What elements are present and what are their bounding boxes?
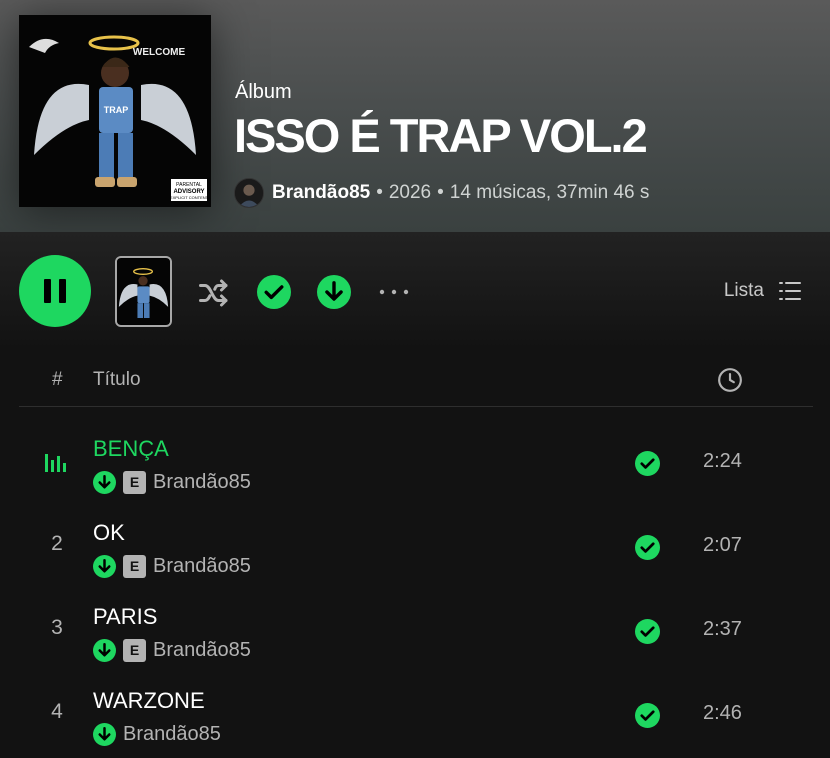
svg-text:EXPLICIT CONTENT: EXPLICIT CONTENT xyxy=(170,195,209,200)
track-duration: 2:46 xyxy=(703,702,742,724)
artist-link[interactable]: Brandão85 xyxy=(272,182,370,204)
pause-icon xyxy=(44,279,51,303)
track-subtitle: Brandão85 xyxy=(93,722,221,746)
artist-avatar[interactable] xyxy=(234,178,264,208)
downloaded-icon xyxy=(93,638,116,662)
album-cover: WELCOME TRAP PARENTAL ADVISORY EXPLICIT … xyxy=(19,15,211,207)
explicit-badge: E xyxy=(123,638,146,662)
album-header: WELCOME TRAP PARENTAL ADVISORY EXPLICIT … xyxy=(0,0,830,232)
track-subtitle: E Brandão85 xyxy=(93,470,251,494)
release-year: 2026 xyxy=(388,182,432,203)
downloaded-icon xyxy=(93,554,116,578)
column-number: # xyxy=(52,369,63,390)
track-row[interactable]: 2 OK E Brandão85 2:07 xyxy=(19,504,813,588)
check-circle-icon[interactable] xyxy=(257,275,291,309)
track-duration: 2:37 xyxy=(703,618,742,640)
track-title[interactable]: OK xyxy=(93,520,125,546)
track-duration: 2:07 xyxy=(703,534,742,556)
track-row[interactable]: 3 PARIS E Brandão85 2:37 xyxy=(19,588,813,672)
album-thumbnail[interactable] xyxy=(115,256,172,327)
track-row[interactable]: 4 WARZONE Brandão85 2:46 xyxy=(19,672,813,756)
track-number: 2 xyxy=(51,532,63,555)
svg-text:WELCOME: WELCOME xyxy=(133,47,186,58)
track-duration: 2:24 xyxy=(703,450,742,472)
clock-icon xyxy=(718,368,742,392)
track-artist[interactable]: Brandão85 xyxy=(123,723,221,746)
track-title[interactable]: BENÇA xyxy=(93,436,169,462)
view-toggle-button[interactable]: Lista xyxy=(724,279,802,303)
more-icon[interactable] xyxy=(377,284,411,300)
column-title: Título xyxy=(93,369,141,390)
separator-dot: • xyxy=(376,182,383,203)
track-row[interactable]: BENÇA E Brandão85 2:24 xyxy=(19,420,813,504)
check-circle-icon[interactable] xyxy=(635,535,660,560)
svg-text:PARENTAL: PARENTAL xyxy=(176,182,202,188)
shuffle-icon[interactable] xyxy=(196,275,232,311)
downloaded-icon xyxy=(93,722,116,746)
pause-button[interactable] xyxy=(19,255,91,327)
track-artist[interactable]: Brandão85 xyxy=(153,639,251,662)
album-type-label: Álbum xyxy=(235,81,292,103)
svg-text:TRAP: TRAP xyxy=(104,105,129,115)
explicit-badge: E xyxy=(123,470,146,494)
view-label: Lista xyxy=(723,280,764,301)
check-circle-icon[interactable] xyxy=(635,703,660,728)
track-title[interactable]: WARZONE xyxy=(93,688,205,714)
action-bar: Lista xyxy=(0,232,830,350)
album-summary: 14 músicas, 37min 46 s xyxy=(449,182,650,203)
check-circle-icon[interactable] xyxy=(635,619,660,644)
album-meta: Brandão85 • 2026 • 14 músicas, 37min 46 … xyxy=(234,177,649,209)
list-icon xyxy=(779,282,801,300)
equalizer-icon xyxy=(45,454,66,472)
track-number: 4 xyxy=(51,700,63,723)
track-artist[interactable]: Brandão85 xyxy=(153,555,251,578)
track-number: 3 xyxy=(51,616,63,639)
separator-dot: • xyxy=(437,182,444,203)
explicit-badge: E xyxy=(123,554,146,578)
track-subtitle: E Brandão85 xyxy=(93,554,251,578)
track-subtitle: E Brandão85 xyxy=(93,638,251,662)
downloaded-icon xyxy=(93,470,116,494)
track-title[interactable]: PARIS xyxy=(93,604,157,630)
download-icon[interactable] xyxy=(317,275,351,309)
track-artist[interactable]: Brandão85 xyxy=(153,471,251,494)
check-circle-icon[interactable] xyxy=(635,451,660,476)
album-title: ISSO É TRAP VOL.2 xyxy=(234,109,648,162)
tracklist-header: # Título xyxy=(19,357,813,407)
